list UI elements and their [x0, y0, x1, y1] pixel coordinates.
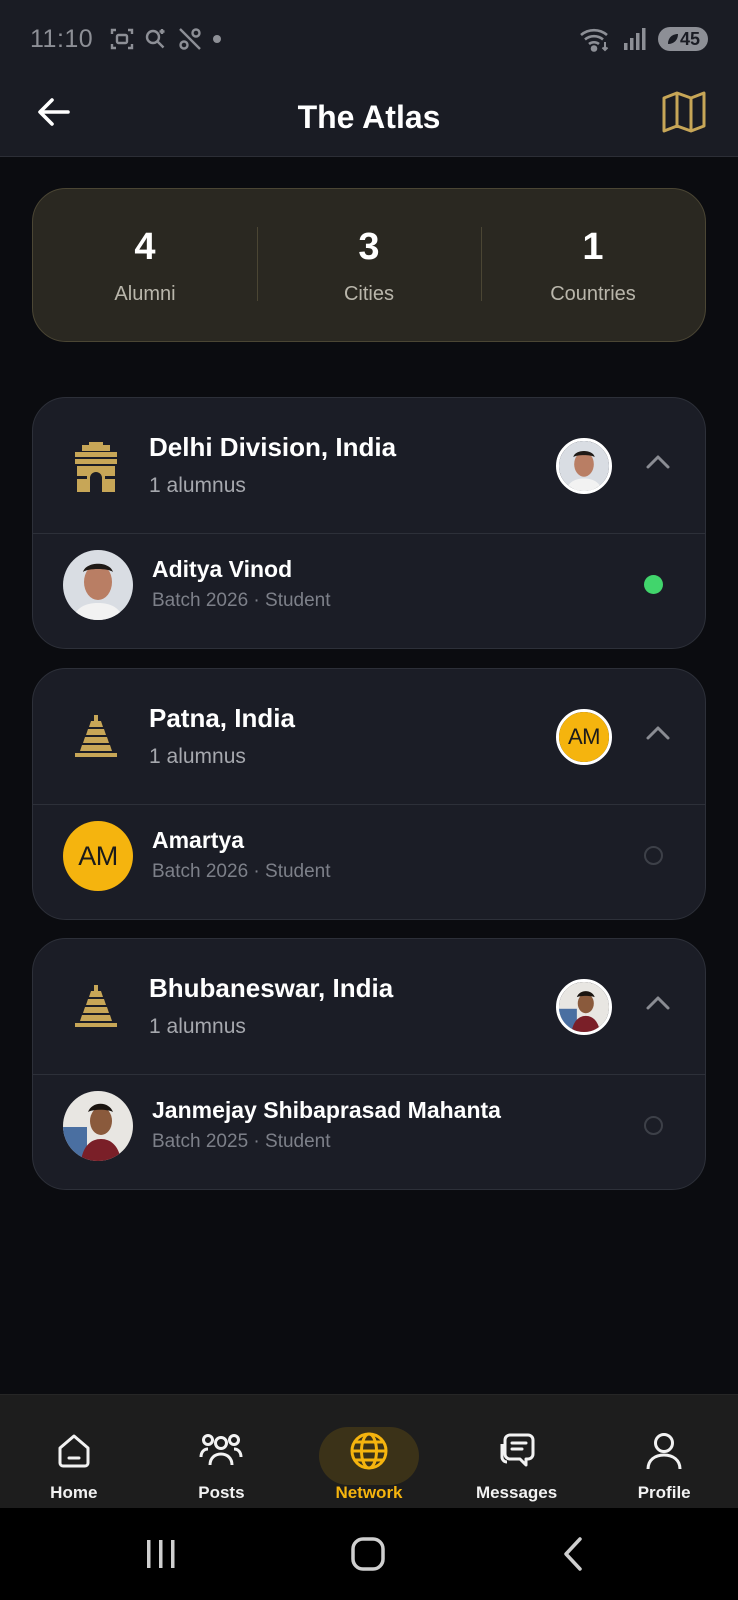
stupa-icon [75, 715, 117, 757]
alumni-count: 1 alumnus [149, 1015, 246, 1038]
avatar [63, 1091, 133, 1161]
city-card-patna: Patna, India 1 alumnus AM AM Amartya Bat… [32, 668, 706, 920]
stat-label: Cities [343, 282, 394, 305]
offline-status-dot [644, 846, 663, 865]
status-icons-right: 45 [578, 25, 708, 53]
nav-label: Network [335, 1483, 403, 1502]
nav-label: Posts [198, 1483, 245, 1502]
nav-label: Messages [475, 1483, 558, 1502]
chat-icon [491, 1425, 543, 1477]
bottom-nav: Home Posts Network Messages Profile [0, 1394, 738, 1508]
avatar: AM [63, 821, 133, 891]
map-icon[interactable] [660, 88, 708, 136]
people-icon [195, 1425, 247, 1477]
chevron-up-icon[interactable] [645, 993, 671, 1011]
alumni-count: 1 alumnus [149, 745, 246, 768]
offline-status-dot [644, 1116, 663, 1135]
india-gate-icon [75, 442, 117, 492]
nav-item-profile[interactable]: Profile [590, 1395, 738, 1508]
page-title: The Atlas [297, 98, 441, 135]
stat-value: 3 [358, 225, 380, 268]
city-header[interactable]: Bhubaneswar, India 1 alumnus [33, 939, 705, 1074]
member-meta: Batch 2025 · Student [152, 1131, 331, 1152]
online-status-dot [644, 575, 663, 594]
city-card-delhi: Delhi Division, India 1 alumnus Aditya V… [32, 397, 706, 649]
status-icons-left [109, 26, 223, 52]
stat-countries: 1 Countries [481, 225, 705, 306]
stat-label: Alumni [114, 282, 176, 305]
stats-card: 4 Alumni 3 Cities 1 Countries [32, 188, 706, 342]
recent-apps-icon[interactable] [144, 1534, 178, 1574]
member-meta: Batch 2026 · Student [152, 590, 331, 611]
list-item[interactable]: AM Amartya Batch 2026 · Student [33, 805, 705, 919]
battery-indicator: 45 [657, 27, 708, 51]
stat-alumni: 4 Alumni [33, 225, 257, 306]
city-name: Bhubaneswar, India [149, 973, 394, 1003]
member-name: Amartya [152, 827, 245, 853]
leaf-icon [667, 34, 678, 44]
dot-icon [213, 35, 222, 43]
profile-icon [638, 1425, 690, 1477]
person-photo-icon [559, 982, 609, 1032]
wifi-icon [580, 28, 609, 52]
avatar: AM [556, 709, 612, 765]
avatar [556, 979, 612, 1035]
home-button-icon[interactable] [348, 1534, 388, 1574]
home-icon [48, 1425, 100, 1477]
avatar-initials: AM [559, 712, 609, 762]
nav-item-network[interactable]: Network [295, 1395, 443, 1508]
no-link-icon [179, 28, 202, 50]
member-name: Aditya Vinod [152, 556, 293, 582]
city-name: Patna, India [149, 703, 295, 733]
system-nav-bar [0, 1508, 738, 1600]
stat-cities: 3 Cities [257, 225, 481, 306]
avatar [556, 438, 612, 494]
list-item[interactable]: Aditya Vinod Batch 2026 · Student [33, 534, 705, 648]
app-bar: The Atlas [0, 78, 738, 156]
battery-level: 45 [679, 28, 700, 49]
city-header[interactable]: Delhi Division, India 1 alumnus [33, 398, 705, 533]
temple-icon [75, 985, 117, 1027]
person-photo-icon [63, 1091, 133, 1161]
person-photo-icon [63, 550, 133, 620]
signal-icon [623, 28, 646, 50]
chevron-up-icon[interactable] [645, 723, 671, 741]
city-name: Delhi Division, India [149, 432, 397, 462]
city-header[interactable]: Patna, India 1 alumnus AM [33, 669, 705, 804]
chevron-up-icon[interactable] [645, 452, 671, 470]
screenshot-icon [111, 28, 134, 50]
city-card-bhubaneswar: Bhubaneswar, India 1 alumnus Janmejay Sh [32, 938, 706, 1190]
nav-item-messages[interactable]: Messages [443, 1395, 591, 1508]
nav-label: Home [50, 1483, 98, 1502]
avatar [63, 550, 133, 620]
status-time: 11:10 [30, 24, 94, 53]
avatar-initials: AM [63, 821, 133, 891]
top-bar: 11:10 45 The Atlas [0, 0, 738, 157]
member-meta: Batch 2026 · Student [152, 861, 331, 882]
globe-icon [343, 1425, 395, 1477]
list-item[interactable]: Janmejay Shibaprasad Mahanta Batch 2025 … [33, 1075, 705, 1189]
member-name: Janmejay Shibaprasad Mahanta [152, 1097, 501, 1123]
status-bar: 11:10 45 [0, 0, 738, 78]
nav-item-posts[interactable]: Posts [148, 1395, 296, 1508]
nav-item-home[interactable]: Home [0, 1395, 148, 1508]
person-photo-icon [559, 441, 609, 491]
back-arrow-icon[interactable] [34, 92, 74, 132]
back-button-icon[interactable] [558, 1534, 588, 1574]
stat-value: 1 [582, 225, 604, 268]
alumni-count: 1 alumnus [149, 474, 246, 497]
stat-value: 4 [134, 225, 156, 268]
stat-label: Countries [550, 282, 636, 305]
assistant-icon [146, 29, 165, 49]
nav-label: Profile [637, 1483, 691, 1502]
